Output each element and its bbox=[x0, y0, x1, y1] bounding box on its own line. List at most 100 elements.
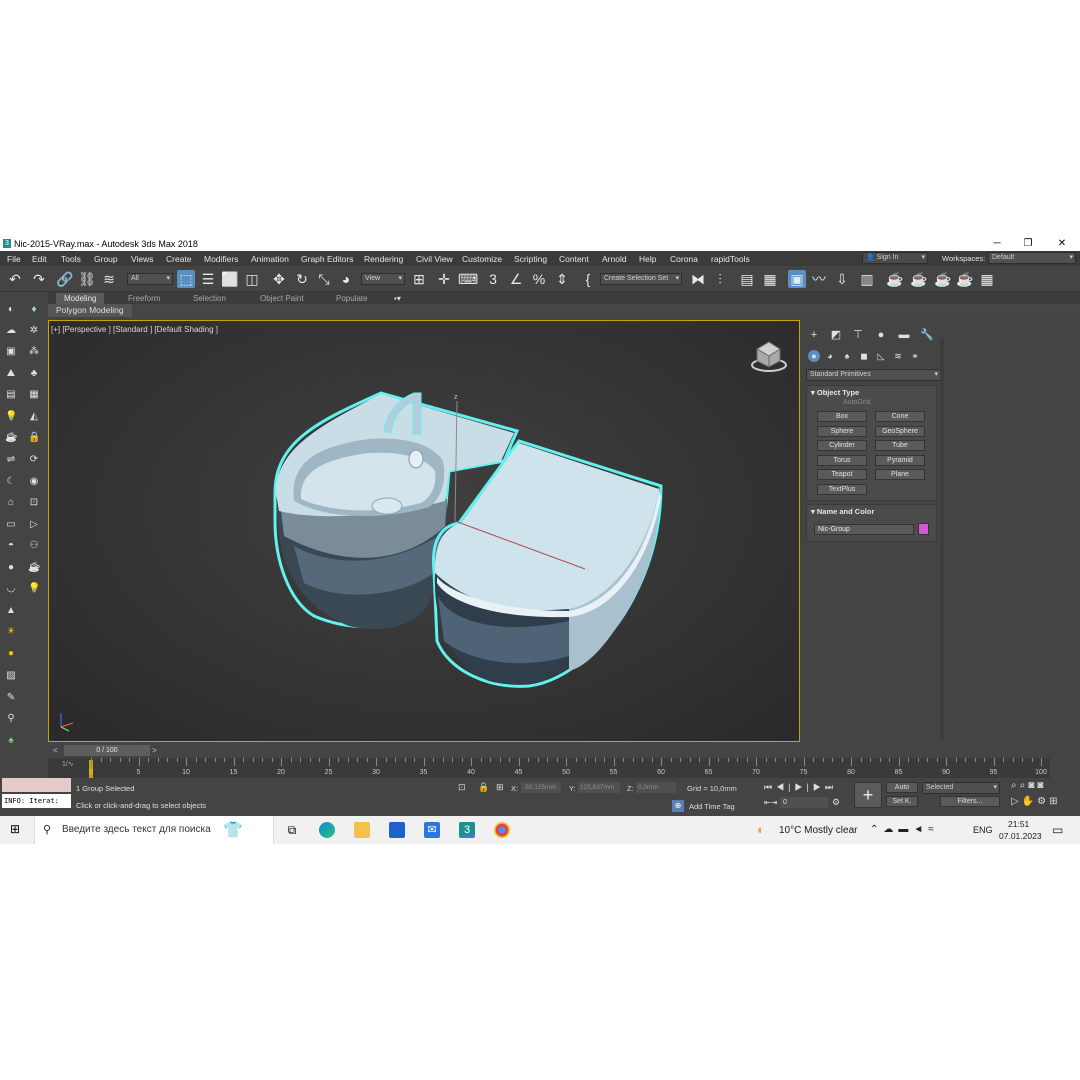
start-icon[interactable]: ⊞ bbox=[10, 823, 23, 836]
human-icon[interactable]: ⚲ bbox=[5, 713, 17, 725]
curve-editor-mini-icon[interactable]: 1/∿ bbox=[62, 760, 74, 768]
redo-icon[interactable]: ↷ bbox=[30, 270, 48, 288]
key-filters-button[interactable]: Filters... bbox=[940, 796, 1000, 807]
menu-graph-editors[interactable]: Graph Editors bbox=[301, 254, 353, 264]
edge-icon[interactable] bbox=[319, 822, 335, 838]
space-warps-icon[interactable]: ≋ bbox=[892, 350, 904, 362]
tag-icon[interactable]: ⌂ bbox=[5, 497, 17, 509]
dome-icon[interactable]: ◓ bbox=[5, 540, 17, 552]
next-frame-icon[interactable]: |▶ bbox=[807, 782, 825, 792]
toggle-ribbon-icon[interactable]: ▣ bbox=[788, 270, 806, 288]
teapot-icon[interactable]: ☕ bbox=[5, 432, 17, 444]
drop-icon[interactable]: ▲ bbox=[5, 605, 17, 617]
track-bar[interactable]: 1/∿ 0 5 10 15 20 25 30 35 40 45 50 55 60 65 70 75 80 85 90… bbox=[48, 758, 1050, 778]
link-icon[interactable]: 🔗 bbox=[56, 270, 74, 288]
select-object-icon[interactable]: ⬚ bbox=[177, 270, 195, 288]
command-panel-scrollbar[interactable] bbox=[940, 338, 944, 738]
rendered-frame-window-icon[interactable]: ☕ bbox=[910, 270, 928, 288]
reference-coordinate-dropdown[interactable]: View bbox=[361, 273, 405, 285]
maximize-viewport-icon[interactable]: ⊞ bbox=[1049, 796, 1060, 807]
lights-icon[interactable]: ♠ bbox=[841, 350, 853, 362]
angle-snap-icon[interactable]: ∠ bbox=[507, 270, 525, 288]
menu-views[interactable]: Views bbox=[131, 254, 154, 264]
teapot-button[interactable]: Teapot bbox=[817, 469, 867, 480]
field-of-view-icon[interactable]: ▷ bbox=[1011, 796, 1022, 807]
pivot-point-icon[interactable]: ⊞ bbox=[410, 270, 428, 288]
menu-animation[interactable]: Animation bbox=[251, 254, 289, 264]
systems-icon[interactable]: ⚭ bbox=[909, 350, 921, 362]
3ds-max-taskbar-icon[interactable]: 3 bbox=[459, 822, 475, 838]
time-configuration-icon[interactable]: ⚙ bbox=[832, 797, 840, 808]
tray-chevron-icon[interactable]: ⌃ bbox=[870, 824, 883, 835]
plane-icon[interactable]: ▨ bbox=[5, 670, 17, 682]
go-to-end-icon[interactable]: ⏭ bbox=[825, 782, 837, 792]
object-type-header[interactable]: ▾ Object Type bbox=[811, 388, 859, 397]
wave-icon[interactable]: ⇌ bbox=[5, 454, 17, 466]
maxscript-listener[interactable]: INFO: Iterat: bbox=[2, 794, 71, 808]
clock-time[interactable]: 21:51 bbox=[1008, 819, 1029, 829]
edit-named-selection-icon[interactable]: { bbox=[579, 270, 597, 288]
zoom-extents-icon[interactable]: ◙ bbox=[1028, 780, 1037, 791]
viewcube-icon[interactable] bbox=[751, 341, 787, 372]
selection-lock-icon[interactable]: 🔒 bbox=[478, 782, 489, 794]
menu-scripting[interactable]: Scripting bbox=[514, 254, 547, 264]
weather-icon[interactable]: ◐ bbox=[757, 822, 765, 837]
slider-prev-icon[interactable]: < bbox=[53, 746, 61, 755]
hierarchy-tab-icon[interactable]: ⊤ bbox=[851, 328, 865, 342]
spinner-snap-icon[interactable]: ⇕ bbox=[553, 270, 571, 288]
battery-icon[interactable]: ▬ bbox=[898, 824, 913, 835]
task-view-icon[interactable]: ⧉ bbox=[284, 822, 300, 838]
material-editor-icon[interactable]: ▥ bbox=[858, 270, 876, 288]
time-tag-icon[interactable]: ⊕ bbox=[672, 800, 684, 812]
pyramid-button[interactable]: Pyramid bbox=[875, 455, 925, 466]
key-filter-dropdown[interactable]: Selected bbox=[922, 782, 1000, 794]
layer-explorer-icon[interactable]: ▤ bbox=[738, 270, 756, 288]
grid-icon[interactable]: ▦ bbox=[28, 389, 40, 401]
unlink-icon[interactable]: ⛓ bbox=[78, 270, 96, 288]
panel-icon[interactable]: ▤ bbox=[5, 389, 17, 401]
polygon-modeling-label[interactable]: Polygon Modeling bbox=[48, 304, 132, 317]
menu-corona[interactable]: Corona bbox=[670, 254, 698, 264]
z-coordinate-field[interactable]: 0,0mm bbox=[636, 782, 676, 793]
previous-frame-icon[interactable]: ◀| bbox=[776, 782, 794, 792]
percent-snap-icon[interactable]: % bbox=[530, 270, 548, 288]
utilities-tab-icon[interactable]: 🔧 bbox=[920, 328, 934, 342]
current-frame-field[interactable]: 0 bbox=[780, 797, 828, 808]
placement-icon[interactable]: ◕ bbox=[337, 270, 355, 288]
chrome-icon[interactable] bbox=[494, 822, 510, 838]
language-indicator[interactable]: ENG bbox=[973, 825, 993, 835]
add-time-tag[interactable]: Add Time Tag bbox=[689, 802, 735, 811]
taskbar-search[interactable]: ⚲ Введите здесь текст для поиска 👕 bbox=[34, 816, 274, 844]
go-to-start-icon[interactable]: ⏮ bbox=[764, 782, 776, 792]
select-by-name-icon[interactable]: ☰ bbox=[199, 270, 217, 288]
selection-filter-dropdown[interactable]: All bbox=[127, 273, 173, 285]
toilet-object[interactable] bbox=[431, 439, 663, 688]
geometry-icon[interactable]: ● bbox=[808, 350, 820, 362]
menu-help[interactable]: Help bbox=[639, 254, 656, 264]
menu-arnold[interactable]: Arnold bbox=[602, 254, 627, 264]
menu-tools[interactable]: Tools bbox=[61, 254, 81, 264]
isolate-icon[interactable]: ⊡ bbox=[458, 782, 470, 794]
name-and-color-header[interactable]: ▾ Name and Color bbox=[811, 507, 874, 516]
sun-icon[interactable]: ☀ bbox=[5, 626, 17, 638]
modify-tab-icon[interactable]: ◩ bbox=[829, 328, 843, 342]
teapot-outline-icon[interactable]: ☕ bbox=[28, 562, 40, 574]
lock-icon[interactable]: 🔒 bbox=[28, 432, 40, 444]
autogrid-checkbox[interactable]: AutoGrid bbox=[843, 399, 871, 406]
maximize-button[interactable]: ❐ bbox=[1021, 237, 1035, 250]
category-dropdown[interactable]: Standard Primitives bbox=[806, 369, 941, 381]
lamp-icon[interactable]: 💡 bbox=[5, 411, 17, 423]
align-icon[interactable]: ⫶ bbox=[711, 270, 729, 288]
mail-icon[interactable]: ✉ bbox=[424, 822, 440, 838]
zoom-all-icon[interactable]: ⌕ bbox=[1020, 780, 1029, 791]
notification-icon[interactable]: ▭ bbox=[1052, 823, 1063, 837]
plant-icon[interactable]: ♠ bbox=[5, 735, 17, 747]
move-icon[interactable]: ✥ bbox=[270, 270, 288, 288]
tab-modeling[interactable]: Modeling bbox=[56, 293, 105, 304]
undo-icon[interactable]: ↶ bbox=[6, 270, 24, 288]
display-tab-icon[interactable]: ▬ bbox=[897, 328, 911, 342]
snaps-toggle-icon[interactable]: 3 bbox=[484, 270, 502, 288]
render-iterative-icon[interactable]: ☕ bbox=[956, 270, 974, 288]
absolute-mode-icon[interactable]: ⊞ bbox=[496, 782, 508, 794]
time-slider-thumb[interactable]: 0 / 100 bbox=[64, 745, 150, 756]
